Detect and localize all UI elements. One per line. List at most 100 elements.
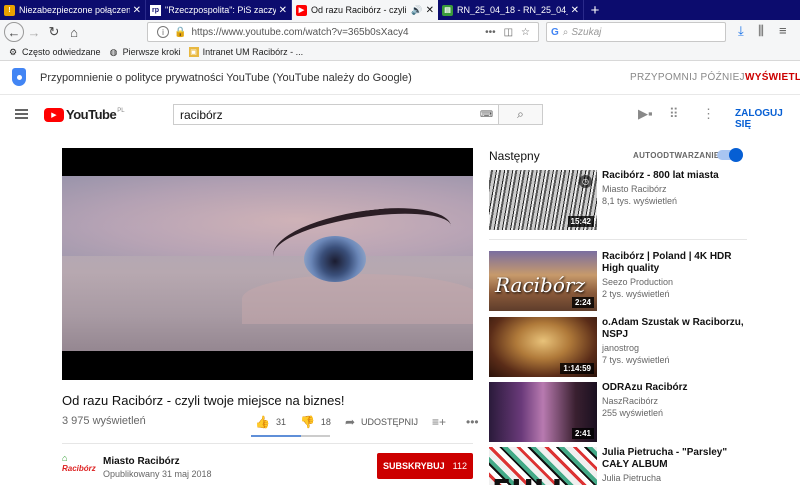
video-thumbnail[interactable]: ◷ 15:42	[489, 170, 597, 230]
search-button[interactable]: ⌕	[498, 105, 542, 124]
related-video[interactable]: Racibórz 2:24 Racibórz | Poland | 4K HDR…	[489, 251, 752, 311]
privacy-banner: Przypomnienie o polityce prywatności You…	[0, 61, 800, 95]
watch-later-icon[interactable]: ◷	[579, 175, 592, 188]
close-icon[interactable]: ✕	[571, 5, 579, 16]
autoplay-toggle[interactable]	[717, 148, 743, 162]
search-input[interactable]: racibórz	[174, 105, 480, 124]
reload-button[interactable]: ↻	[44, 22, 64, 42]
add-to-playlist-button[interactable]: ≡+	[432, 415, 452, 429]
more-icon[interactable]: •••	[485, 27, 496, 38]
video-title: Od razu Racibórz - czyli twoje miejsce n…	[62, 393, 345, 408]
share-label: UDOSTĘPNIJ	[361, 417, 419, 427]
video-thumbnail[interactable]: 2:41	[489, 382, 597, 442]
more-actions-button[interactable]: •••	[466, 415, 485, 429]
speaker-icon[interactable]: 🔊	[411, 5, 422, 16]
bookmark-item[interactable]: ▣ Intranet UM Racibórz - ...	[188, 47, 303, 57]
dislike-count: 18	[320, 417, 331, 427]
shield-icon	[12, 68, 26, 86]
subscribe-button[interactable]: SUBSKRYBUJ 112	[377, 453, 473, 479]
bookmark-item[interactable]: ⚙ Często odwiedzane	[8, 46, 101, 58]
tab-title: Niezabezpieczone połączenie	[19, 5, 130, 15]
bookmark-item[interactable]: ◍ Pierwsze kroki	[109, 47, 181, 58]
divider	[62, 443, 473, 444]
related-video[interactable]: FULL Julia Pietrucha - "Parsley" CAŁY AL…	[489, 447, 752, 485]
video-duration: 2:24	[571, 297, 594, 308]
rp-icon: rp	[150, 4, 161, 16]
playlist-add-icon: ≡+	[432, 415, 447, 429]
youtube-icon: ▶	[296, 4, 307, 16]
forward-button[interactable]: →	[24, 22, 44, 42]
folder-icon: ▣	[188, 47, 199, 57]
share-button[interactable]: ➦ UDOSTĘPNIJ	[345, 415, 418, 429]
library-icon[interactable]: ⫼	[758, 23, 764, 39]
view-count: 3 975 wyświetleń	[62, 415, 146, 427]
remind-later-button[interactable]: PRZYPOMNIJ PÓŹNIEJ	[630, 72, 745, 83]
home-icon: ⌂	[70, 24, 78, 40]
search-icon: ⌕	[562, 26, 569, 38]
pocket-icon[interactable]: ◫	[504, 27, 513, 38]
login-button[interactable]: ZALOGUJ SIĘ	[735, 108, 800, 130]
video-player[interactable]	[62, 148, 473, 380]
house-icon: ⌂	[62, 453, 68, 463]
browser-tab-insecure[interactable]: ! Niezabezpieczone połączenie ✕	[0, 0, 146, 20]
more-icon: •••	[466, 415, 479, 429]
hamburger-menu-icon[interactable]	[15, 109, 28, 119]
url-text[interactable]: https://www.youtube.com/watch?v=365b0sXa…	[191, 27, 485, 38]
upload-video-icon[interactable]: ▶︎▪	[638, 106, 653, 122]
tab-title: "Rzeczpospolita": PiS zaczyna t	[165, 5, 276, 15]
home-button[interactable]: ⌂	[64, 22, 84, 42]
related-video[interactable]: 2:41 ODRAzu Racibórz NaszRacibórz 255 wy…	[489, 382, 752, 442]
url-bar[interactable]: i 🔒 https://www.youtube.com/watch?v=365b…	[147, 22, 539, 42]
arrow-left-icon: ←	[7, 24, 21, 40]
youtube-logo[interactable]: ▶ YouTube PL	[44, 107, 125, 122]
browser-tab-rzeczpospolita[interactable]: rp "Rzeczpospolita": PiS zaczyna t ✕	[146, 0, 292, 20]
info-icon[interactable]: i	[157, 26, 169, 38]
video-thumbnail[interactable]: 1:14:59	[489, 317, 597, 377]
tab-title: RN_25_04_18 - RN_25_04_18.pdf	[457, 5, 568, 15]
browser-tab-youtube[interactable]: ▶ Od razu Racibórz - czyli twoje 🔊 ✕	[292, 0, 438, 20]
close-icon[interactable]: ✕	[426, 5, 434, 16]
back-button[interactable]: ←	[4, 22, 24, 42]
close-icon[interactable]: ✕	[133, 5, 141, 16]
autoplay-label: AUTOODTWARZANIE	[633, 151, 720, 160]
browser-search-input[interactable]: G ⌕ Szukaj	[546, 22, 726, 42]
related-channel: Julia Pietrucha	[602, 473, 662, 483]
related-video[interactable]: ◷ 15:42 Racibórz - 800 lat miasta Miasto…	[489, 170, 752, 230]
gear-icon: ⚙	[8, 46, 18, 57]
related-channel: janostrog	[602, 343, 640, 353]
related-title[interactable]: o.Adam Szustak w Raciborzu, NSPJ	[602, 317, 752, 341]
browser-tab-pdf[interactable]: ▤ RN_25_04_18 - RN_25_04_18.pdf ✕	[438, 0, 584, 20]
channel-avatar[interactable]: ⌂ Racibórz	[62, 453, 96, 477]
related-views: 7 tys. wyświetleń	[602, 355, 670, 365]
subscribe-label: SUBSKRYBUJ	[382, 461, 445, 471]
like-button[interactable]: 👍 31	[255, 415, 286, 429]
new-tab-button[interactable]: +	[584, 0, 606, 20]
lock-icon[interactable]: 🔒	[174, 27, 186, 38]
related-title[interactable]: ODRAzu Racibórz	[602, 382, 752, 394]
related-views: 255 wyświetleń	[602, 408, 664, 418]
channel-logo-text: Racibórz	[62, 464, 96, 473]
video-actions: 👍 31 👎 18 ➦ UDOSTĘPNIJ ≡+ •••	[255, 415, 499, 429]
bookmark-label: Pierwsze kroki	[122, 47, 181, 57]
bookmarks-bar: ⚙ Często odwiedzane ◍ Pierwsze kroki ▣ I…	[0, 44, 800, 61]
related-title[interactable]: Racibórz - 800 lat miasta	[602, 170, 752, 182]
tab-title: Od razu Racibórz - czyli twoje	[311, 5, 409, 15]
video-thumbnail[interactable]: FULL	[489, 447, 597, 485]
related-video[interactable]: 1:14:59 o.Adam Szustak w Raciborzu, NSPJ…	[489, 317, 752, 377]
star-icon[interactable]: ☆	[521, 27, 530, 38]
like-ratio-fill	[251, 435, 301, 437]
related-title[interactable]: Julia Pietrucha - "Parsley" CAŁY ALBUM	[602, 447, 752, 471]
navigation-bar: ← → ↻ ⌂ i 🔒 https://www.youtube.com/watc…	[0, 20, 800, 44]
privacy-text: Przypomnienie o polityce prywatności You…	[40, 72, 412, 84]
video-thumbnail[interactable]: Racibórz 2:24	[489, 251, 597, 311]
settings-dots-icon[interactable]: ⋮	[702, 106, 715, 122]
related-title[interactable]: Racibórz | Poland | 4K HDR High quality	[602, 251, 752, 275]
show-button[interactable]: WYŚWIETL	[745, 72, 800, 83]
dislike-button[interactable]: 👎 18	[300, 415, 331, 429]
close-icon[interactable]: ✕	[279, 5, 287, 16]
menu-icon[interactable]: ≡	[779, 23, 787, 38]
keyboard-icon[interactable]: ⌨	[480, 105, 498, 124]
channel-name[interactable]: Miasto Racibórz	[103, 456, 180, 467]
apps-grid-icon[interactable]: ⠿	[669, 106, 679, 122]
download-icon[interactable]: ⤓	[738, 23, 744, 39]
